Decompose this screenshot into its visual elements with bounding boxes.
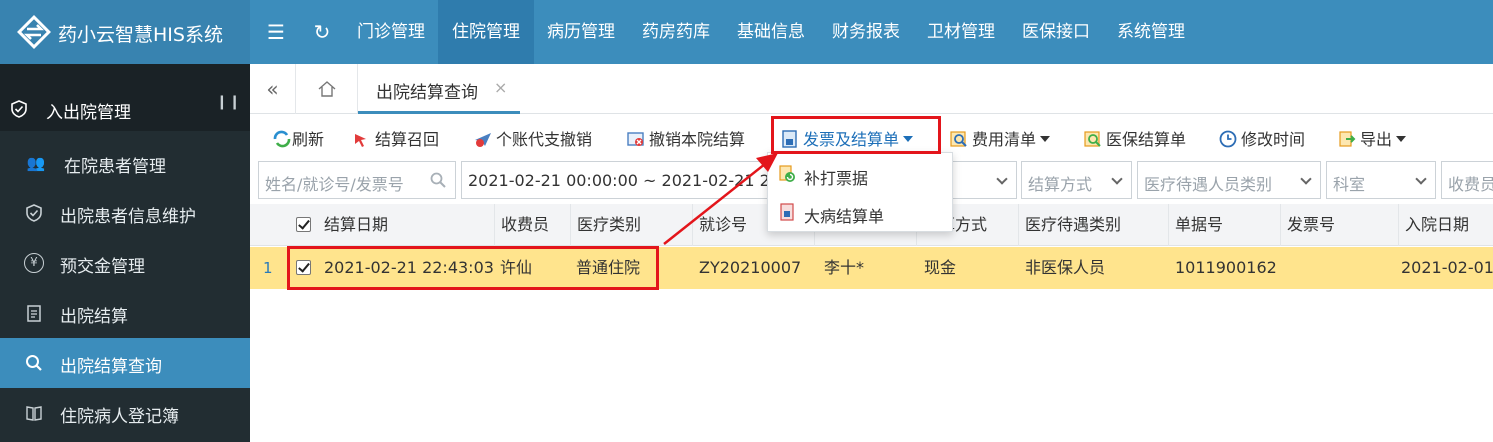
annotation-arrow-icon: [663, 153, 778, 245]
